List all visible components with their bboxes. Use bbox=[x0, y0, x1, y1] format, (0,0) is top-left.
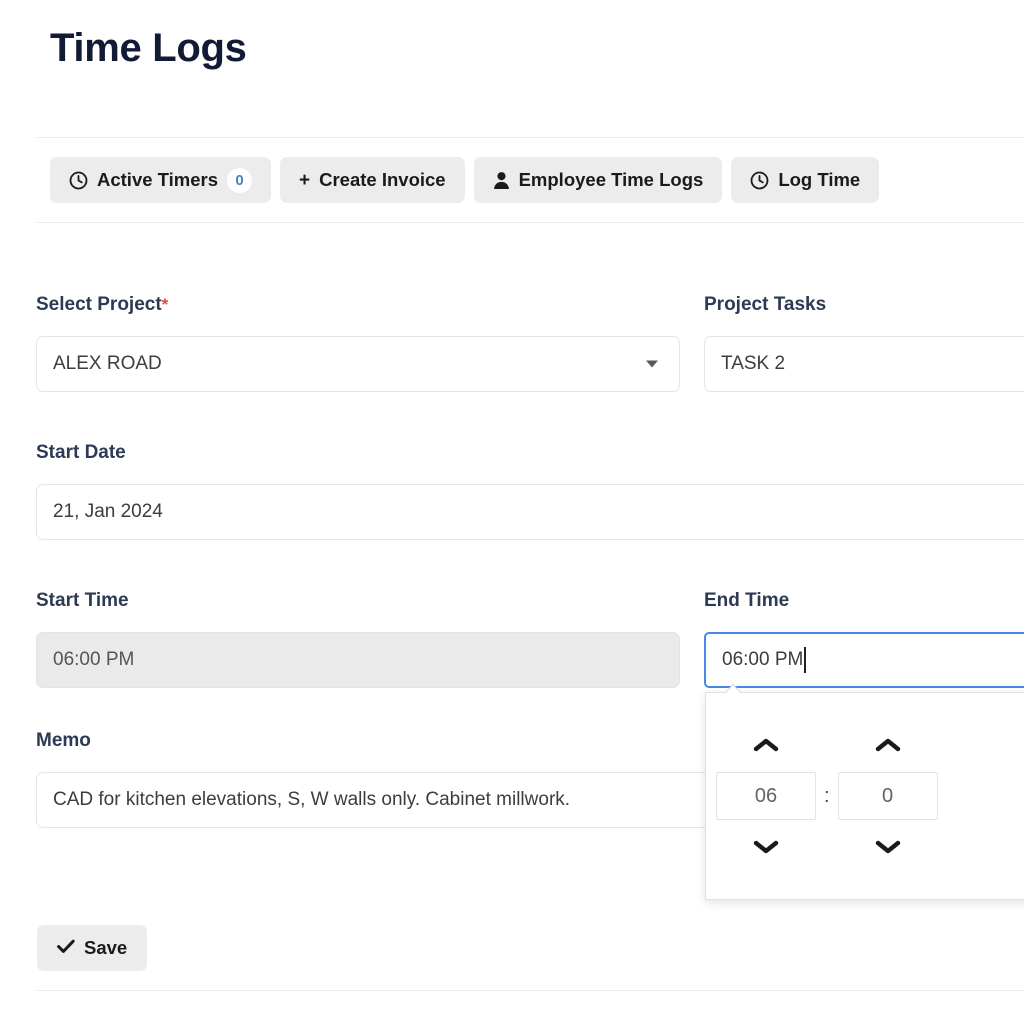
time-picker-arrow bbox=[724, 684, 742, 693]
user-icon bbox=[493, 171, 510, 190]
time-separator: : bbox=[824, 785, 830, 807]
project-tasks-field[interactable]: TASK 2 bbox=[704, 336, 1024, 392]
chevron-down-icon[interactable] bbox=[868, 834, 908, 860]
hour-input[interactable]: 06 bbox=[716, 772, 816, 820]
time-picker-columns: 06 : 0 bbox=[706, 693, 1024, 899]
project-tasks-value: TASK 2 bbox=[721, 353, 786, 374]
select-project-dropdown[interactable]: ALEX ROAD bbox=[36, 336, 680, 392]
action-bar: Active Timers 0 + Create Invoice Employe… bbox=[50, 157, 880, 203]
log-time-label: Log Time bbox=[778, 169, 861, 190]
end-time-value: 06:00 PM bbox=[722, 649, 804, 670]
end-time-label: End Time bbox=[704, 590, 790, 611]
select-project-label-text: Select Project bbox=[36, 294, 162, 315]
page-title: Time Logs bbox=[50, 26, 247, 70]
project-tasks-label: Project Tasks bbox=[704, 294, 827, 315]
chevron-up-icon[interactable] bbox=[746, 732, 786, 758]
chevron-down-icon[interactable] bbox=[746, 834, 786, 860]
start-time-label: Start Time bbox=[36, 590, 129, 611]
memo-label: Memo bbox=[36, 730, 91, 751]
select-project-label: Select Project* bbox=[36, 294, 168, 316]
active-timers-badge: 0 bbox=[227, 167, 252, 193]
log-time-button[interactable]: Log Time bbox=[731, 157, 880, 203]
start-date-label: Start Date bbox=[36, 442, 126, 463]
start-time-value: 06:00 PM bbox=[53, 649, 135, 670]
divider-bottom bbox=[36, 222, 1024, 223]
employee-time-logs-label: Employee Time Logs bbox=[518, 169, 704, 190]
active-timers-label: Active Timers bbox=[97, 169, 218, 190]
check-icon bbox=[57, 937, 75, 959]
text-cursor bbox=[804, 647, 806, 673]
active-timers-button[interactable]: Active Timers 0 bbox=[50, 157, 271, 203]
save-button[interactable]: Save bbox=[37, 925, 148, 971]
plus-icon: + bbox=[299, 169, 311, 191]
employee-time-logs-button[interactable]: Employee Time Logs bbox=[473, 157, 723, 203]
minute-value: 0 bbox=[882, 784, 894, 807]
divider-footer bbox=[36, 990, 1024, 991]
end-time-input[interactable]: 06:00 PM bbox=[704, 632, 1024, 688]
divider-top bbox=[36, 137, 1024, 138]
time-logs-page: Time Logs Active Timers 0 + Create Invoi… bbox=[0, 0, 1024, 1024]
time-picker-dropdown[interactable]: 06 : 0 bbox=[705, 692, 1024, 900]
minute-stepper: 0 bbox=[837, 732, 938, 860]
chevron-down-icon bbox=[646, 360, 658, 368]
select-project-value: ALEX ROAD bbox=[53, 353, 162, 374]
hour-value: 06 bbox=[754, 784, 778, 807]
minute-input[interactable]: 0 bbox=[837, 772, 938, 820]
start-date-value: 21, Jan 2024 bbox=[53, 501, 163, 522]
start-time-input: 06:00 PM bbox=[36, 632, 680, 688]
create-invoice-label: Create Invoice bbox=[319, 169, 446, 190]
required-asterisk: * bbox=[161, 295, 169, 314]
chevron-up-icon[interactable] bbox=[868, 732, 908, 758]
create-invoice-button[interactable]: + Create Invoice bbox=[280, 157, 465, 203]
clock-icon bbox=[750, 171, 769, 190]
hour-stepper: 06 bbox=[716, 732, 816, 860]
start-date-input[interactable]: 21, Jan 2024 bbox=[36, 484, 1024, 540]
save-label: Save bbox=[84, 937, 128, 958]
clock-icon bbox=[69, 171, 88, 190]
memo-value: CAD for kitchen elevations, S, W walls o… bbox=[53, 789, 571, 810]
